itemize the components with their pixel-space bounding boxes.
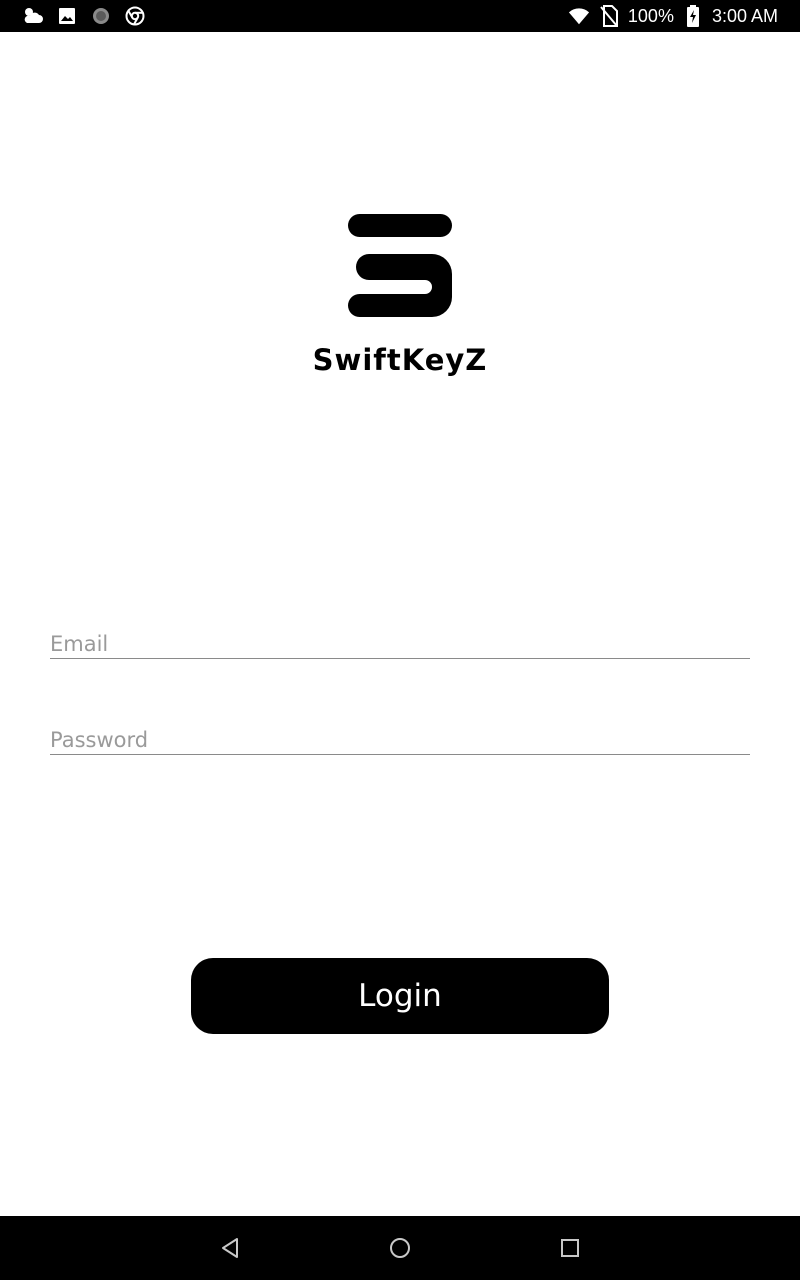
swiftkeyz-logo: [348, 214, 452, 317]
status-bar: 100% 3:00 AM: [0, 0, 800, 32]
recents-square-icon: [561, 1239, 579, 1257]
app-name: SwiftKeyZ: [312, 343, 488, 377]
battery-charging-icon: [682, 5, 704, 27]
login-button[interactable]: Login: [191, 958, 609, 1034]
recents-button[interactable]: [556, 1234, 584, 1262]
notification-icons: [22, 5, 146, 27]
system-status: 100% 3:00 AM: [568, 0, 778, 32]
circle-notification-icon: [90, 5, 112, 27]
email-input[interactable]: [50, 632, 750, 656]
image-icon: [56, 5, 78, 27]
wifi-icon: [568, 5, 590, 27]
no-sim-icon: [598, 5, 620, 27]
email-field[interactable]: [50, 618, 750, 659]
home-button[interactable]: [386, 1234, 414, 1262]
clock: 3:00 AM: [711, 5, 778, 26]
navigation-bar: [0, 1216, 800, 1280]
chrome-icon: [124, 5, 146, 27]
home-circle-icon: [390, 1238, 410, 1258]
weather-icon: [22, 5, 44, 27]
battery-percent: 100%: [627, 5, 674, 26]
back-triangle-icon: [222, 1238, 238, 1258]
password-input[interactable]: [50, 728, 750, 752]
back-button[interactable]: [216, 1234, 244, 1262]
password-field[interactable]: [50, 714, 750, 755]
